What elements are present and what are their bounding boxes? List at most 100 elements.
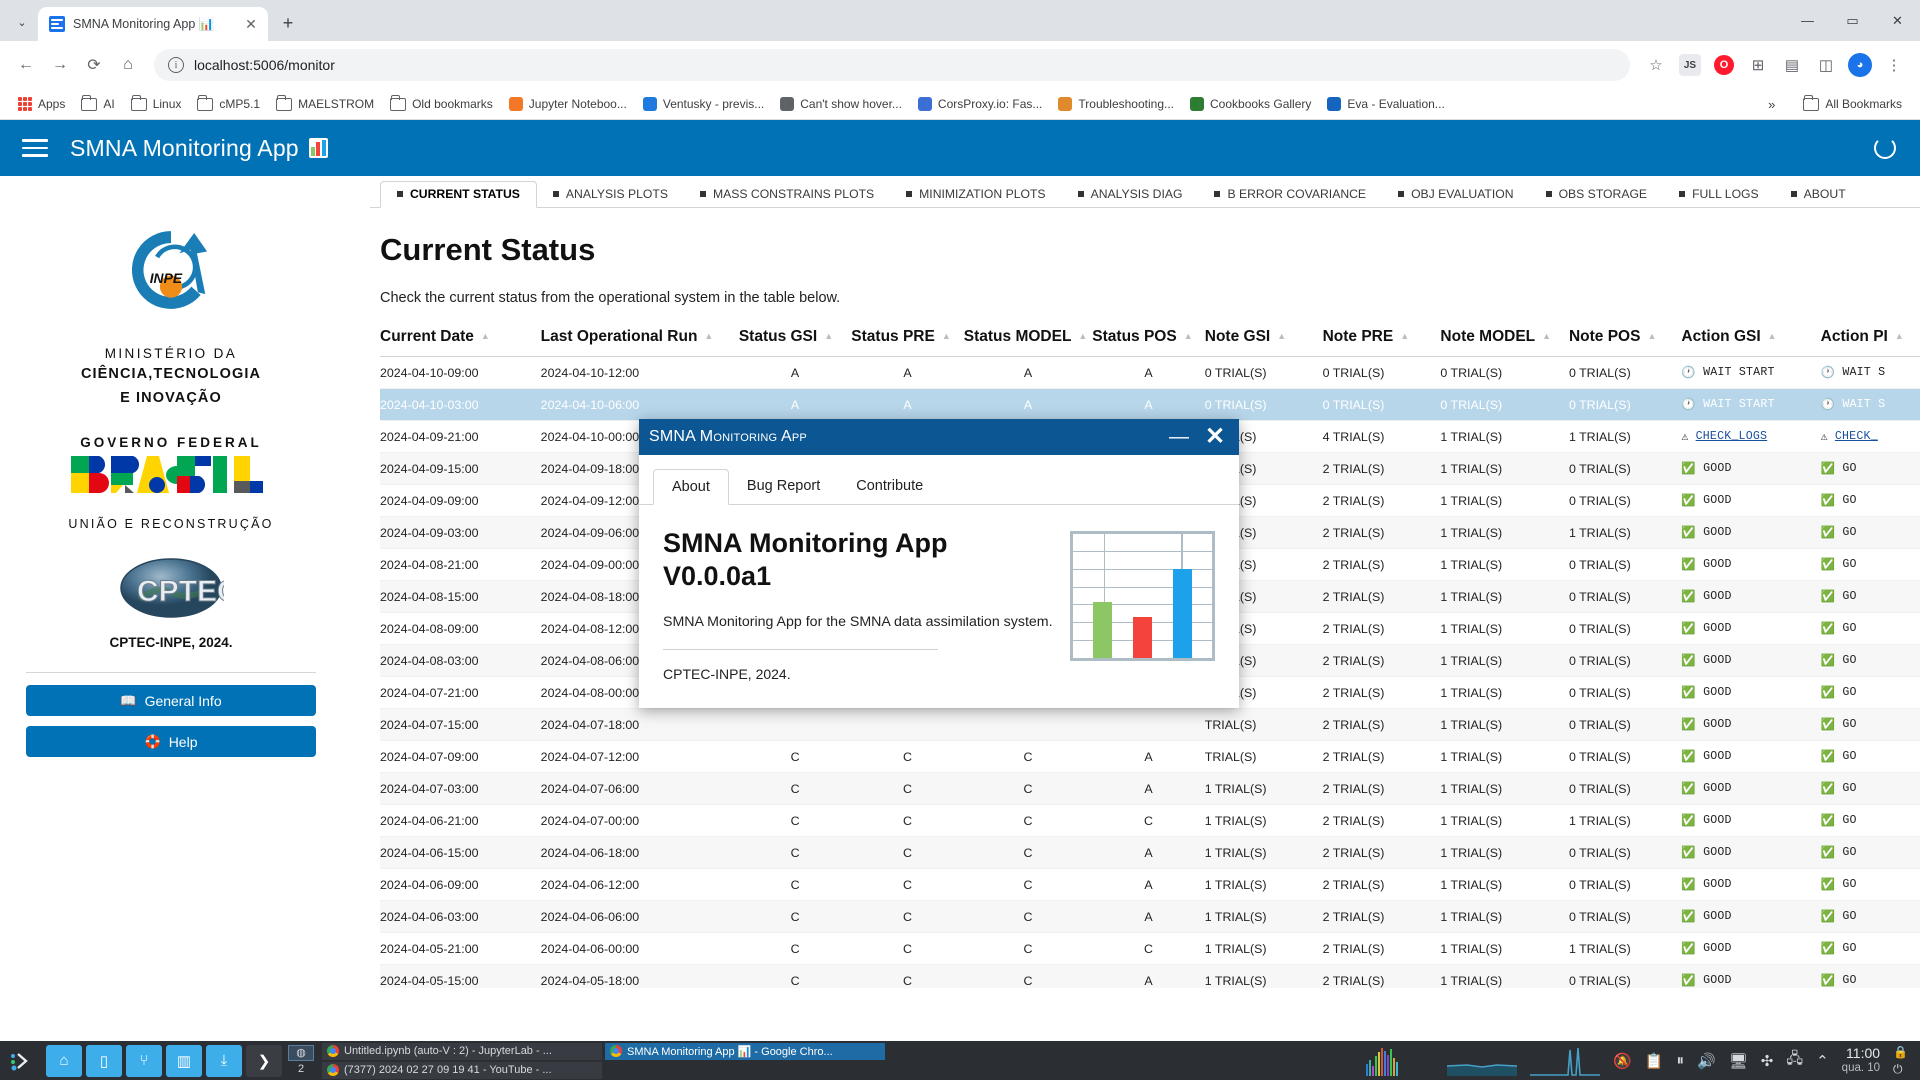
column-header[interactable]: Status PRE ▲ [851,328,964,357]
action-cell[interactable]: ✅ GOOD [1681,580,1821,613]
action-cell[interactable]: ✅ GO [1820,804,1920,837]
column-header[interactable]: Action PI ▲ [1820,328,1920,357]
bookmark-item[interactable]: AI [73,94,122,114]
action-cell[interactable]: ✅ GOOD [1681,804,1821,837]
all-bookmarks-item[interactable]: All Bookmarks [1795,94,1910,114]
bookmark-item[interactable]: Apps [10,94,73,114]
start-menu-icon[interactable] [0,1048,44,1074]
bookmark-item[interactable]: Eva - Evaluation... [1319,94,1452,114]
bookmark-item[interactable]: Old bookmarks [382,94,501,114]
about-tab-about[interactable]: About [653,469,729,505]
launcher-download-icon[interactable]: ⤓ [206,1044,242,1077]
window-minimize-button[interactable]: — [1785,0,1830,41]
column-header[interactable]: Note PRE ▲ [1322,328,1441,357]
action-cell[interactable]: ✅ GO [1820,740,1920,773]
action-cell[interactable]: ✅ GOOD [1681,644,1821,677]
tab-about[interactable]: ABOUT [1775,182,1862,207]
action-cell[interactable]: 🕐 WAIT S [1820,356,1920,389]
column-header[interactable]: Last Operational Run ▲ [540,328,739,357]
tab-search-chevron-icon[interactable]: ⌄ [8,8,36,36]
action-cell[interactable]: ✅ GOOD [1681,868,1821,901]
launcher-files-icon[interactable]: ▯ [86,1044,122,1077]
column-header[interactable]: Note GSI ▲ [1204,328,1323,357]
split-view-icon[interactable]: ◫ [1810,49,1842,81]
about-tab-bug-report[interactable]: Bug Report [729,469,838,504]
action-cell[interactable]: ✅ GOOD [1681,452,1821,485]
action-label[interactable]: CHECK_LOGS [1696,430,1768,443]
action-cell[interactable]: ✅ GO [1820,900,1920,933]
action-cell[interactable]: ✅ GO [1820,484,1920,517]
clipboard-icon[interactable]: 📋 [1645,1052,1664,1070]
action-cell[interactable]: ✅ GOOD [1681,676,1821,709]
about-tab-contribute[interactable]: Contribute [838,469,941,504]
media-control-icon[interactable]: ▤ [1776,49,1808,81]
pager-page-1[interactable]: ◍ [288,1044,314,1061]
bookmarks-overflow-icon[interactable]: » [1762,97,1781,112]
column-header[interactable]: Note POS ▲ [1568,328,1682,357]
sort-arrow-icon[interactable]: ▲ [1647,331,1656,341]
action-cell[interactable]: ✅ GO [1820,772,1920,805]
action-cell[interactable]: ✅ GO [1820,644,1920,677]
action-cell[interactable]: ⚠ CHECK_LOGS [1681,420,1821,453]
sort-arrow-icon[interactable]: ▲ [1078,331,1087,341]
hamburger-icon[interactable] [22,139,48,157]
table-row[interactable]: 2024-04-10-03:00 2024-04-10-06:00 A A A A 0 TR… [380,388,1920,421]
action-cell[interactable]: ✅ GOOD [1681,836,1821,869]
launcher-home-icon[interactable]: ⌂ [46,1044,82,1077]
tab-current-status[interactable]: CURRENT STATUS [380,180,537,208]
general-info-button[interactable]: 📖 General Info [26,685,316,717]
about-dialog-close-icon[interactable]: ✕ [1201,425,1229,449]
profile-avatar-icon[interactable]: ◕ [1844,49,1876,81]
table-row[interactable]: 2024-04-07-15:00 2024-04-07-18:00 TRIAL(S)… [380,708,1920,741]
table-row[interactable]: 2024-04-06-21:00 2024-04-07-00:00 C C C C 1 TR… [380,804,1920,837]
reload-icon[interactable]: ⟳ [78,49,110,81]
table-row[interactable]: 2024-04-10-09:00 2024-04-10-12:00 A A A A 0 TR… [380,356,1920,389]
table-row[interactable]: 2024-04-05-21:00 2024-04-06-00:00 C C C C 1 TR… [380,932,1920,965]
action-cell[interactable]: 🕐 WAIT START [1681,388,1821,421]
action-cell[interactable]: ✅ GO [1820,548,1920,581]
bookmark-item[interactable]: Can't show hover... [772,94,910,114]
action-cell[interactable]: ✅ GO [1820,516,1920,549]
bookmark-item[interactable]: cMP5.1 [189,94,268,114]
action-cell[interactable]: ✅ GO [1820,452,1920,485]
tab-mass-constrains-plots[interactable]: MASS CONSTRAINS PLOTS [684,182,890,207]
action-cell[interactable]: ✅ GOOD [1681,900,1821,933]
tab-analysis-plots[interactable]: ANALYSIS PLOTS [537,182,684,207]
bookmark-star-icon[interactable]: ☆ [1640,49,1672,81]
volume-icon[interactable]: 🔊 [1697,1052,1716,1070]
launcher-chart-icon[interactable]: ▥ [166,1044,202,1077]
action-cell[interactable]: ✅ GO [1820,868,1920,901]
table-row[interactable]: 2024-04-06-03:00 2024-04-06-06:00 C C C A 1 TR… [380,900,1920,933]
taskbar-task-active[interactable]: SMNA Monitoring App 📊 - Google Chro... [605,1042,885,1060]
action-cell[interactable]: ✅ GO [1820,580,1920,613]
action-cell[interactable]: ✅ GOOD [1681,484,1821,517]
bookmark-item[interactable]: Linux [123,94,190,114]
forward-icon[interactable]: → [44,49,76,81]
display-brightness-icon[interactable]: 🖥 [1729,1052,1748,1070]
bookmark-item[interactable]: CorsProxy.io: Fas... [910,94,1050,114]
sort-arrow-icon[interactable]: ▲ [942,331,951,341]
sort-arrow-icon[interactable]: ▲ [824,331,833,341]
tab-b-error-covariance[interactable]: B ERROR COVARIANCE [1198,182,1382,207]
pager-page-2[interactable]: 2 [288,1061,314,1077]
taskbar-task[interactable]: (7377) 2024 02 27 09 19 41 - YouTube - .… [322,1061,602,1079]
lock-icon[interactable]: 🔒 [1893,1045,1908,1059]
tab-full-logs[interactable]: FULL LOGS [1663,182,1775,207]
bookmark-item[interactable]: MAELSTROM [268,94,382,114]
action-cell[interactable]: 🕐 WAIT S [1820,388,1920,421]
table-row[interactable]: 2024-04-07-09:00 2024-04-07-12:00 C C C A TRIA… [380,740,1920,773]
bookmark-item[interactable]: Cookbooks Gallery [1182,94,1319,114]
table-row[interactable]: 2024-04-07-03:00 2024-04-07-06:00 C C C A 1 TR… [380,772,1920,805]
table-row[interactable]: 2024-04-06-15:00 2024-04-06-18:00 C C C A 1 TR… [380,836,1920,869]
action-cell[interactable]: ✅ GO [1820,932,1920,965]
new-tab-button[interactable]: + [274,9,302,37]
action-cell[interactable]: ✅ GO [1820,676,1920,709]
column-header[interactable]: Note MODEL ▲ [1440,328,1569,357]
tab-minimization-plots[interactable]: MINIMIZATION PLOTS [890,182,1061,207]
action-cell[interactable]: ✅ GO [1820,964,1920,988]
action-label[interactable]: CHECK_ [1835,430,1878,443]
tab-obj-evaluation[interactable]: OBJ EVALUATION [1382,182,1530,207]
action-cell[interactable]: 🕐 WAIT START [1681,356,1821,389]
sort-arrow-icon[interactable]: ▲ [1277,331,1286,341]
launcher-git-icon[interactable]: ⑂ [126,1044,162,1077]
